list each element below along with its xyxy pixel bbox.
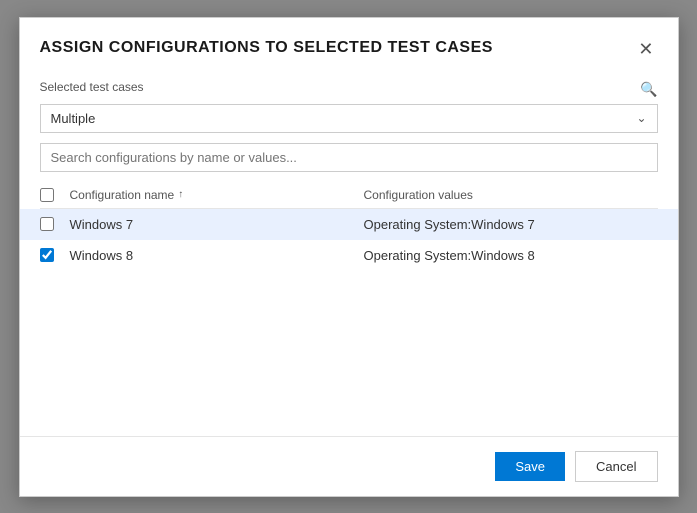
selected-label: Selected test cases <box>40 80 144 94</box>
dropdown-selected[interactable]: Multiple ⌄ <box>40 104 658 133</box>
row-checkbox-cell <box>40 248 70 262</box>
selected-label-row: Selected test cases 🔍 <box>40 80 658 100</box>
dialog-footer: Save Cancel <box>20 436 678 496</box>
table-header: Configuration name ↑ Configuration value… <box>40 182 658 209</box>
dialog-title: ASSIGN CONFIGURATIONS TO SELECTED TEST C… <box>40 38 635 59</box>
dialog-body: Selected test cases 🔍 Multiple ⌄ Configu… <box>20 70 678 436</box>
row-2-value: Operating System:Windows 8 <box>364 248 658 263</box>
dialog-header: ASSIGN CONFIGURATIONS TO SELECTED TEST C… <box>20 18 678 70</box>
column-header-value: Configuration values <box>364 188 658 202</box>
row-1-checkbox[interactable] <box>40 217 54 231</box>
chevron-down-icon: ⌄ <box>636 111 646 125</box>
search-input[interactable] <box>40 143 658 172</box>
row-1-value: Operating System:Windows 7 <box>364 217 658 232</box>
search-icon-top[interactable]: 🔍 <box>640 81 657 98</box>
header-checkbox-cell <box>40 188 70 202</box>
select-all-checkbox[interactable] <box>40 188 54 202</box>
dropdown-value: Multiple <box>51 111 96 126</box>
table-row: Windows 7 Operating System:Windows 7 <box>20 209 678 240</box>
table-row: Windows 8 Operating System:Windows 8 <box>40 240 658 271</box>
row-2-name: Windows 8 <box>70 248 364 263</box>
cancel-button[interactable]: Cancel <box>575 451 657 482</box>
close-button[interactable]: ✕ <box>634 38 657 60</box>
configurations-table: Configuration name ↑ Configuration value… <box>40 182 658 416</box>
save-button[interactable]: Save <box>495 452 565 481</box>
row-1-name: Windows 7 <box>70 217 364 232</box>
row-checkbox-cell <box>40 217 70 231</box>
column-header-name: Configuration name ↑ <box>70 188 364 202</box>
row-2-checkbox[interactable] <box>40 248 54 262</box>
sort-icon[interactable]: ↑ <box>178 189 183 200</box>
assign-configurations-dialog: ASSIGN CONFIGURATIONS TO SELECTED TEST C… <box>19 17 679 497</box>
